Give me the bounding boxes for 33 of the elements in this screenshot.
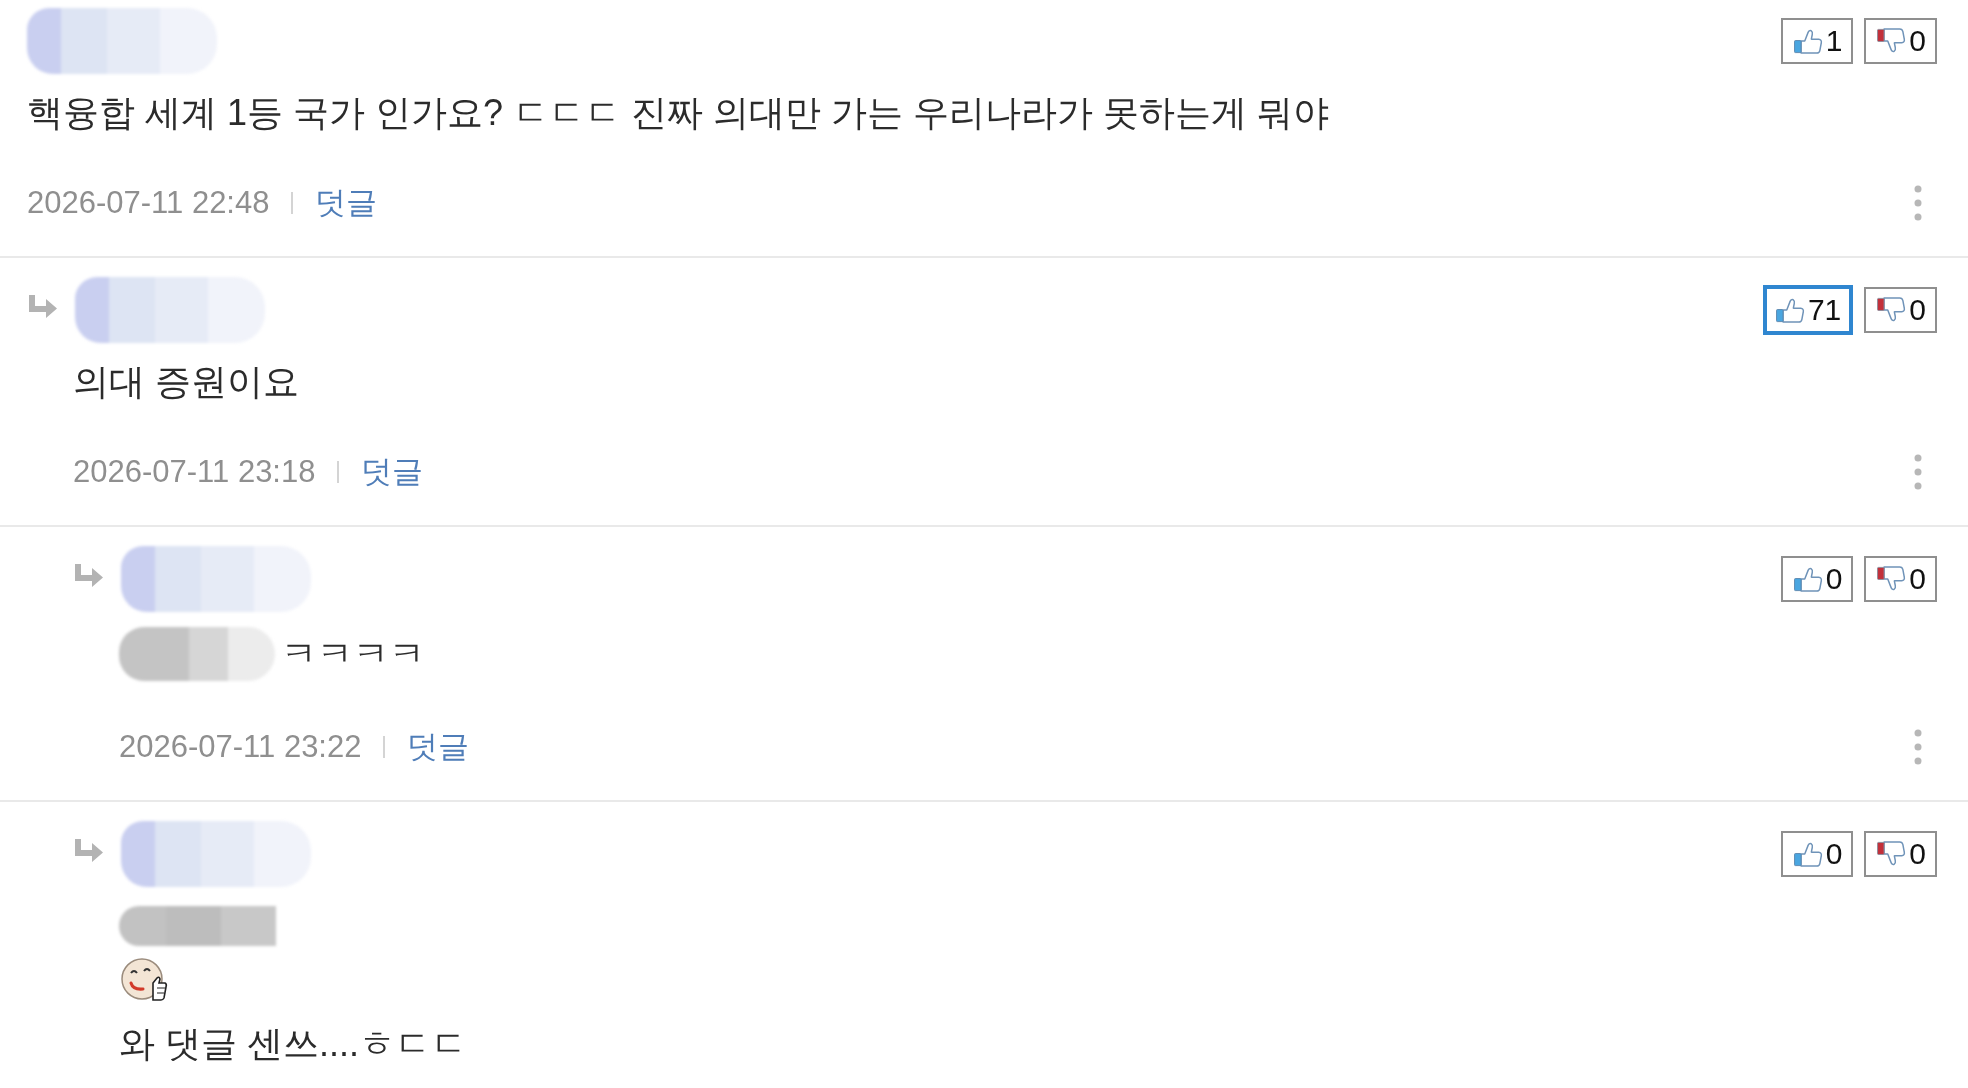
reply-arrow-icon (27, 293, 59, 319)
comment-text: 핵융합 세계 1등 국가 인가요? ㄷㄷㄷ 진짜 의대만 가는 우리나라가 못하는게 뭐야 (27, 91, 1330, 135)
smiley-thumbs-up-icon (119, 956, 169, 1004)
comment-date: 2026-07-11 23:22 (119, 728, 362, 766)
thumbs-up-icon (1774, 297, 1805, 323)
more-menu-icon[interactable] (1914, 185, 1922, 221)
thumbs-up-icon (1792, 841, 1823, 867)
reply-arrow-icon (73, 562, 105, 588)
like-button[interactable]: 1 (1780, 18, 1854, 64)
thumbs-down-icon (1876, 841, 1907, 867)
thumbs-down-icon (1876, 297, 1907, 323)
thumbs-up-icon (1792, 566, 1823, 592)
like-button[interactable]: 0 (1780, 831, 1854, 877)
comment-text: ㅋㅋㅋㅋ (281, 632, 425, 676)
comment-date: 2026-07-11 23:18 (73, 453, 316, 491)
thumbs-down-icon (1876, 566, 1907, 592)
dislike-button[interactable]: 0 (1864, 831, 1937, 877)
like-button[interactable]: 71 (1762, 285, 1854, 335)
thumbs-down-icon (1876, 28, 1907, 54)
more-menu-icon[interactable] (1914, 729, 1922, 765)
comment-text: 와 댓글 센쓰....ㅎㄷㄷ (119, 1022, 467, 1066)
reply-link[interactable]: 덧글 (407, 725, 470, 769)
comment-date: 2026-07-11 22:48 (27, 184, 270, 222)
reply-link[interactable]: 덧글 (361, 450, 424, 494)
dislike-button[interactable]: 0 (1864, 556, 1937, 602)
like-button[interactable]: 0 (1780, 556, 1854, 602)
thumbs-up-icon (1792, 28, 1823, 54)
reply-arrow-icon (73, 837, 105, 863)
comment-text: 의대 증원이요 (73, 360, 299, 404)
dislike-button[interactable]: 0 (1864, 18, 1937, 64)
dislike-button[interactable]: 0 (1864, 287, 1937, 333)
more-menu-icon[interactable] (1914, 454, 1922, 490)
reply-link[interactable]: 덧글 (315, 181, 378, 225)
